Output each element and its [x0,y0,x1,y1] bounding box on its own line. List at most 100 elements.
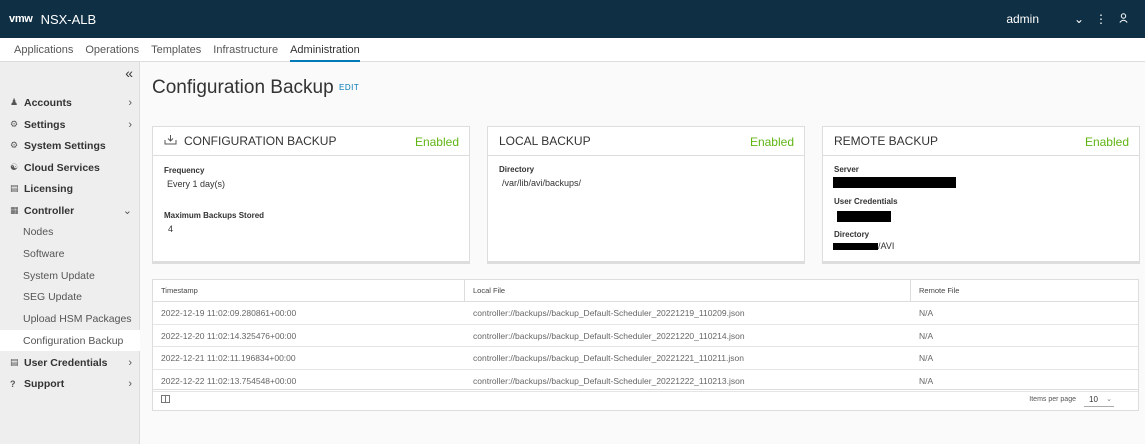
items-per-page-select[interactable]: 10 ⌄ [1084,393,1114,407]
table-header: Timestamp Local File Remote File [153,280,1138,302]
sidebar-item-user-credentials[interactable]: ▤ User Credentials › [0,352,140,373]
directory-suffix: /AVI [878,241,895,251]
table-row[interactable]: 2022-12-19 11:02:09.280861+00:00 control… [153,302,1138,325]
vmw-logo: vmw [9,13,33,25]
sidebar-item-accounts[interactable]: ♟ Accounts › [0,92,140,113]
table-row[interactable]: 2022-12-20 11:02:14.325476+00:00 control… [153,325,1138,347]
directory-label: Directory [499,165,535,174]
card-title: REMOTE BACKUP [834,134,939,148]
sidebar-item-upload-hsm-packages[interactable]: Upload HSM Packages [0,308,140,329]
sidebar-item-label: Settings [24,118,66,131]
max-backups-value: 4 [168,224,174,234]
chevron-right-icon: › [128,356,132,369]
sidebar-item-settings[interactable]: ⚙ Settings › [0,114,140,135]
sidebar: « ♟ Accounts › ⚙ Settings › ⚙ System Set… [0,62,140,444]
sidebar-item-system-settings[interactable]: ⚙ System Settings [0,135,140,156]
configuration-backup-card: CONFIGURATION BACKUP Enabled Frequency E… [152,126,470,264]
chevron-right-icon: › [128,377,132,390]
frequency-label: Frequency [164,166,205,175]
controller-icon: ▦ [10,205,19,215]
tab-templates[interactable]: Templates [151,38,201,62]
server-label: Server [834,165,859,174]
user-icon[interactable] [1113,12,1133,26]
chevron-right-icon: › [128,96,132,109]
table-footer: Items per page 10 ⌄ [153,389,1138,410]
tab-applications[interactable]: Applications [14,38,73,62]
chevron-right-icon: › [128,118,132,131]
sidebar-item-system-update[interactable]: System Update [0,265,140,286]
top-header: vmw NSX-ALB admin ⌄ ⋮ [0,0,1145,38]
credentials-icon: ▤ [10,357,19,367]
sidebar-item-licensing[interactable]: ▤ Licensing [0,178,140,199]
page-title: Configuration Backup [152,77,334,98]
timestamp-cell: 2022-12-20 11:02:14.325476+00:00 [161,330,297,341]
sidebar-item-nodes[interactable]: Nodes [0,221,140,242]
sidebar-item-label: Licensing [24,182,74,195]
tab-administration[interactable]: Administration [290,38,360,62]
redacted-directory [833,243,878,250]
table-row[interactable]: 2022-12-21 11:02:11.196834+00:00 control… [153,347,1138,370]
remote-file-cell: N/A [919,308,934,318]
frequency-value: Every 1 day(s) [167,179,226,189]
timestamp-cell: 2022-12-19 11:02:09.280861+00:00 [161,308,297,318]
timestamp-cell: 2022-12-22 11:02:13.754548+00:00 [161,375,297,386]
directory-value: /var/lib/avi/backups/ [502,178,582,188]
gear-icon: ⚙ [10,140,19,150]
sidebar-item-software[interactable]: Software [0,243,140,264]
cloud-services-icon: ☯ [10,162,19,172]
sidebar-item-label: SEG Update [23,290,82,303]
column-local-file[interactable]: Local File [465,280,911,301]
column-timestamp[interactable]: Timestamp [153,280,465,301]
sidebar-item-label: Accounts [24,96,72,109]
column-remote-file[interactable]: Remote File [911,280,1138,301]
remote-file-cell: N/A [919,375,934,386]
sidebar-item-label: Support [24,377,65,390]
user-menu[interactable]: admin [1006,12,1039,26]
local-file-cell: controller://backups//backup_Default-Sch… [473,308,745,318]
sidebar-item-label: System Settings [24,139,106,152]
sidebar-item-label: Software [23,247,65,260]
more-vertical-icon[interactable]: ⋮ [1091,12,1111,26]
sidebar-item-configuration-backup[interactable]: Configuration Backup [0,330,140,351]
sidebar-item-seg-update[interactable]: SEG Update [0,286,140,307]
card-header: LOCAL BACKUP Enabled [488,127,804,156]
settings-icon: ⚙ [10,119,19,129]
sidebar-item-label: User Credentials [24,356,108,369]
remote-backup-card: REMOTE BACKUP Enabled Server User Creden… [822,126,1140,264]
tab-infrastructure[interactable]: Infrastructure [213,38,278,62]
max-backups-label: Maximum Backups Stored [164,211,265,220]
sidebar-item-support[interactable]: ? Support › [0,373,140,394]
backup-table: Timestamp Local File Remote File 2022-12… [152,279,1139,411]
edit-button[interactable]: EDIT [339,83,359,92]
remote-file-cell: N/A [919,353,934,363]
user-credentials-label: User Credentials [834,197,898,206]
sidebar-item-controller[interactable]: ▦ Controller ⌄ [0,200,140,221]
card-title: LOCAL BACKUP [499,134,591,148]
licensing-icon: ▤ [10,183,19,193]
items-per-page-label: Items per page [1029,396,1076,403]
status-enabled: Enabled [414,135,459,149]
sidebar-item-label: System Update [23,269,95,282]
sidebar-item-label: Controller [24,204,75,217]
chevron-down-icon: ⌄ [122,205,132,217]
sidebar-item-label: Nodes [23,225,54,238]
tab-operations[interactable]: Operations [85,38,139,62]
accounts-icon: ♟ [10,97,19,107]
card-header: CONFIGURATION BACKUP Enabled [153,127,469,156]
card-title: CONFIGURATION BACKUP [184,134,337,148]
chevron-down-icon[interactable]: ⌄ [1069,12,1089,26]
local-file-cell: controller://backups//backup_Default-Sch… [473,353,744,363]
app-name[interactable]: NSX-ALB [41,12,97,27]
sidebar-item-label: Cloud Services [24,161,100,174]
redacted-credentials [837,211,891,222]
status-enabled: Enabled [749,135,794,149]
collapse-sidebar-icon[interactable]: « [125,65,133,81]
sidebar-item-label: Upload HSM Packages [23,312,132,325]
sidebar-item-cloud-services[interactable]: ☯ Cloud Services [0,157,140,178]
header-right: admin ⌄ ⋮ [1006,0,1145,38]
timestamp-cell: 2022-12-21 11:02:11.196834+00:00 [161,353,296,363]
column-toggle-icon[interactable] [161,395,170,405]
chevron-down-icon: ⌄ [1106,396,1112,403]
items-per-page-value: 10 [1089,395,1098,404]
card-header: REMOTE BACKUP Enabled [823,127,1139,156]
